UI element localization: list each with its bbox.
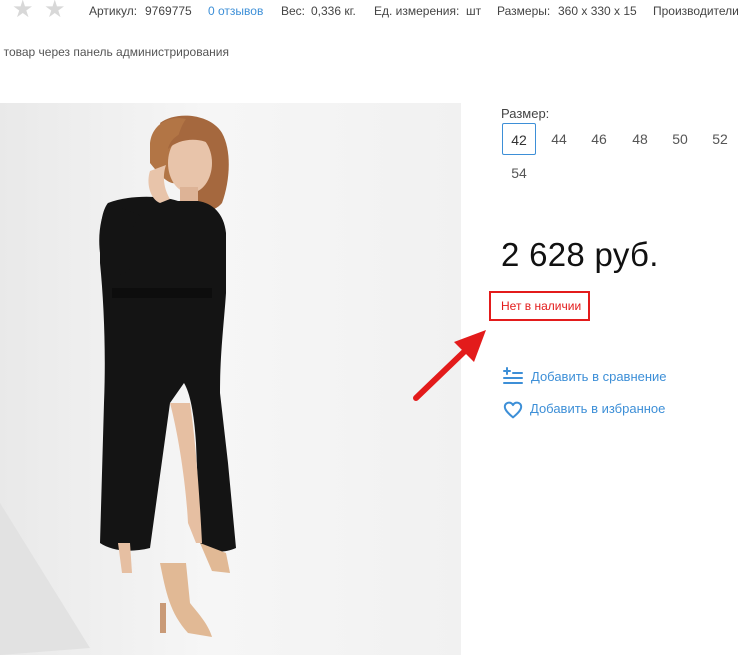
unit-label: Ед. измерения: (374, 4, 460, 18)
size-option-54[interactable]: 54 (502, 157, 536, 189)
product-meta-bar: ★ ★ Артикул: 9769775 0 отзывов Вес: 0,33… (0, 0, 740, 22)
reviews-link[interactable]: 0 отзывов (208, 4, 263, 18)
add-to-compare-link[interactable]: Добавить в сравнение (531, 369, 667, 384)
size-option-44[interactable]: 44 (542, 123, 576, 155)
size-option-48[interactable]: 48 (623, 123, 657, 155)
manufacturer-label: Производители (653, 4, 739, 18)
annotation-arrow-icon (413, 330, 486, 401)
rating-star-icon[interactable]: ★ (44, 0, 66, 22)
dimensions-value: 360 x 330 x 15 (558, 4, 637, 18)
size-label: Размер: (501, 106, 550, 121)
heart-icon[interactable] (503, 401, 523, 419)
add-to-favorites-link[interactable]: Добавить в избранное (530, 401, 665, 416)
size-option-46[interactable]: 46 (582, 123, 616, 155)
product-photo[interactable] (0, 103, 461, 655)
weight-value: 0,336 кг. (311, 4, 356, 18)
product-photo-illustration (0, 103, 461, 655)
compare-list-icon[interactable] (503, 367, 523, 385)
article-label: Артикул: (89, 4, 138, 18)
weight-label: Вес: (281, 4, 306, 18)
article-value: 9769775 (145, 4, 192, 18)
size-option-50[interactable]: 50 (663, 123, 697, 155)
unit-value: шт (466, 4, 482, 18)
admin-edit-note[interactable]: ь товар через панель администрирования (0, 45, 229, 59)
product-price: 2 628 руб. (501, 236, 659, 273)
stock-status: Нет в наличии (501, 299, 582, 313)
dimensions-label: Размеры: (497, 4, 551, 18)
rating-star-icon[interactable]: ★ (12, 0, 34, 22)
size-option-52[interactable]: 52 (703, 123, 737, 155)
size-option-42[interactable]: 42 (502, 123, 536, 155)
